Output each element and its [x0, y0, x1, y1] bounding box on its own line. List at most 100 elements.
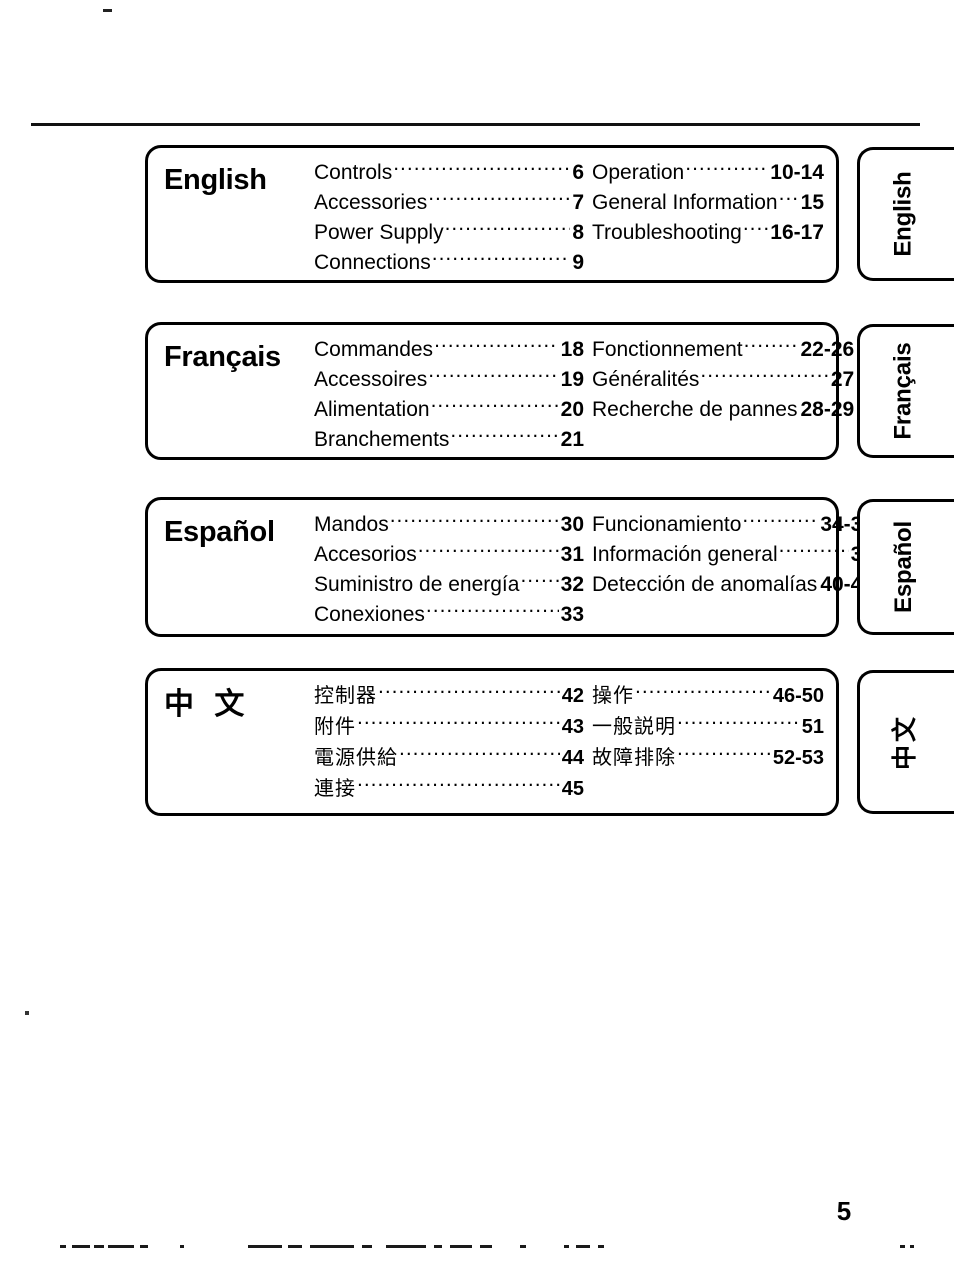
toc-entry-page: 44 — [561, 747, 584, 769]
toc-leader-dots — [685, 158, 768, 179]
toc-entry[interactable]: 連接 45 — [314, 774, 584, 805]
toc-columns: Controls 6 Accessories 7 Power Supply 8 — [314, 158, 824, 278]
toc-entry[interactable]: Controls 6 — [314, 158, 584, 188]
toc-entry[interactable]: Commandes 18 — [314, 335, 584, 365]
toc-entry-label: Accesorios — [314, 543, 417, 566]
toc-entry[interactable]: Fonctionnement 22-26 — [592, 335, 854, 365]
toc-entry[interactable]: Recherche de pannes 28-29 — [592, 395, 854, 425]
toc-entry-label: Fonctionnement — [592, 338, 743, 361]
toc-entry-label: Troubleshooting — [592, 221, 742, 244]
toc-entry-page: 42 — [561, 685, 584, 707]
toc-entry-label: 電源供給 — [314, 747, 398, 769]
toc-entry[interactable]: 一般説明 51 — [592, 712, 824, 743]
toc-entry-page: 30 — [560, 513, 584, 536]
toc-entry-label: Accessoires — [314, 368, 428, 391]
toc-entry-page: 51 — [801, 716, 824, 738]
toc-entry[interactable]: 電源供給 44 — [314, 743, 584, 774]
toc-leader-dots — [677, 713, 800, 733]
toc-entry[interactable]: Généralités 27 — [592, 365, 854, 395]
side-tab-label: Français — [889, 342, 917, 440]
toc-column-right: Fonctionnement 22-26 Généralités 27 Rech… — [592, 335, 854, 455]
toc-leader-dots — [357, 775, 560, 795]
toc-entry-label: General Information — [592, 191, 778, 214]
toc-entry[interactable]: Power Supply 8 — [314, 218, 584, 248]
toc-entry-label: 連接 — [314, 778, 356, 800]
toc-leader-dots — [520, 570, 558, 591]
toc-entry[interactable]: Alimentation 20 — [314, 395, 584, 425]
toc-entry-page: 18 — [560, 338, 584, 361]
toc-entry-label: Operation — [592, 161, 685, 184]
toc-entry[interactable]: 控制器 42 — [314, 681, 584, 712]
toc-entry-label: Commandes — [314, 338, 434, 361]
toc-entry[interactable]: Accesorios 31 — [314, 540, 584, 570]
toc-entry-label: Connections — [314, 251, 431, 274]
toc-leader-dots — [635, 682, 771, 702]
language-title-chinese: 中 文 — [164, 688, 251, 721]
scan-artifact-top-left — [103, 9, 112, 12]
scan-artifact-left-margin — [25, 1011, 29, 1015]
toc-leader-dots — [432, 248, 571, 269]
toc-entry-page: 21 — [560, 428, 584, 451]
toc-entry[interactable]: Detección de anomalías 40-41 — [592, 570, 874, 600]
language-block-chinese: 中 文 控制器 42 附件 43 電源供給 — [145, 668, 839, 816]
side-tab-chinese[interactable]: 中文 — [857, 670, 954, 814]
toc-entry-page: 15 — [800, 191, 824, 214]
toc-entry[interactable]: 操作 46-50 — [592, 681, 824, 712]
toc-entry-label: Accessories — [314, 191, 428, 214]
toc-entry-page: 46-50 — [772, 685, 824, 707]
toc-leader-dots — [428, 365, 558, 386]
toc-columns: 控制器 42 附件 43 電源供給 44 連接 — [314, 681, 824, 805]
toc-entry-page: 10-14 — [770, 161, 824, 184]
toc-entry[interactable]: Accessories 7 — [314, 188, 584, 218]
language-title-francais: Français — [164, 341, 281, 373]
toc-entry-page: 16-17 — [770, 221, 824, 244]
page-number: 5 — [836, 1196, 852, 1226]
toc-entry[interactable]: Branchements 21 — [314, 425, 584, 455]
toc-entry-page: 31 — [560, 543, 584, 566]
toc-entry-page: 32 — [560, 573, 584, 596]
toc-entry-label: Información general — [592, 543, 778, 566]
language-block-francais: Français Commandes 18 Accessoires 19 Ali… — [145, 322, 854, 460]
toc-entry[interactable]: Connections 9 — [314, 248, 584, 278]
toc-leader-dots — [378, 682, 560, 702]
toc-entry-label: Funcionamiento — [592, 513, 742, 536]
toc-entry-page: 7 — [572, 191, 584, 214]
toc-column-left: Mandos 30 Accesorios 31 Suministro de en… — [314, 510, 592, 630]
side-tab-english[interactable]: English — [857, 147, 954, 281]
side-tab-label: Español — [889, 521, 917, 613]
toc-entry[interactable]: Suministro de energía 32 — [314, 570, 584, 600]
toc-entry[interactable]: Funcionamiento 34-38 — [592, 510, 874, 540]
toc-leader-dots — [426, 600, 559, 621]
document-page: English Controls 6 Accessories 7 Power S… — [0, 0, 954, 1273]
toc-leader-dots — [390, 510, 559, 531]
side-tab-francais[interactable]: Français — [857, 324, 954, 458]
toc-entry-label: 操作 — [592, 685, 634, 707]
language-title-espanol: Español — [164, 516, 275, 548]
side-tab-label: English — [889, 171, 917, 257]
toc-entry[interactable]: Mandos 30 — [314, 510, 584, 540]
toc-leader-dots — [357, 713, 560, 733]
language-block-espanol: Español Mandos 30 Accesorios 31 Suminist… — [145, 497, 874, 637]
toc-entry[interactable]: Accessoires 19 — [314, 365, 584, 395]
toc-entry[interactable]: 附件 43 — [314, 712, 584, 743]
language-block-english: English Controls 6 Accessories 7 Power S… — [145, 145, 839, 283]
toc-leader-dots — [744, 335, 799, 356]
toc-leader-dots — [393, 158, 570, 179]
toc-entry[interactable]: Operation 10-14 — [592, 158, 824, 188]
toc-column-left: 控制器 42 附件 43 電源供給 44 連接 — [314, 681, 592, 805]
toc-entry[interactable]: 故障排除 52-53 — [592, 743, 824, 774]
toc-entry-page: 52-53 — [772, 747, 824, 769]
toc-entry-label: Alimentation — [314, 398, 430, 421]
toc-entry[interactable]: General Information 15 — [592, 188, 824, 218]
toc-entry[interactable]: Conexiones 33 — [314, 600, 584, 630]
toc-leader-dots — [434, 335, 559, 356]
toc-entry[interactable]: Troubleshooting 16-17 — [592, 218, 824, 248]
toc-entry-page: 22-26 — [800, 338, 855, 361]
side-tab-espanol[interactable]: Español — [857, 499, 954, 635]
toc-column-left: Commandes 18 Accessoires 19 Alimentation… — [314, 335, 592, 455]
header-rule — [31, 123, 920, 126]
toc-columns: Commandes 18 Accessoires 19 Alimentation… — [314, 335, 854, 455]
toc-leader-dots — [779, 188, 799, 209]
toc-entry[interactable]: Información general 39 — [592, 540, 874, 570]
toc-entry-page: 8 — [572, 221, 584, 244]
